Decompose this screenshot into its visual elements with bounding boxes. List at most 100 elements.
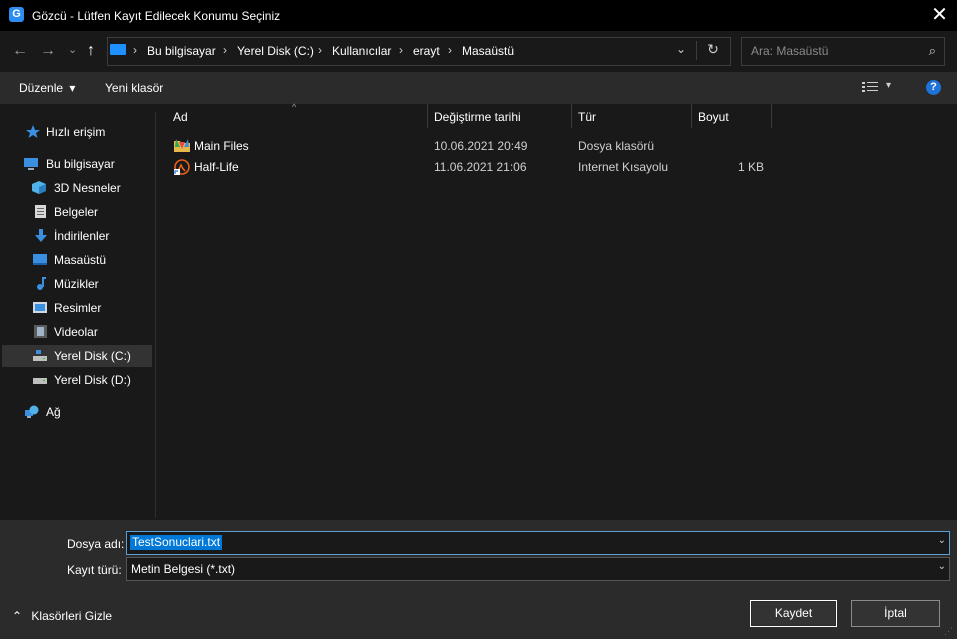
save-button[interactable]: Kaydet <box>750 600 837 627</box>
file-name-label: Dosya adı: <box>67 537 125 551</box>
chevron-down-icon[interactable]: ⌄ <box>938 561 946 572</box>
file-type: Internet Kısayolu <box>578 160 669 174</box>
sidebar-item-videos[interactable]: Videolar <box>2 321 152 343</box>
file-modified: 10.06.2021 20:49 <box>434 139 528 153</box>
music-icon <box>37 277 46 290</box>
sidebar-item-label: Yerel Disk (C:) <box>54 349 131 363</box>
file-name-value[interactable]: TestSonuclari.txt <box>130 535 223 550</box>
sidebar-item-label: 3D Nesneler <box>54 181 121 195</box>
recent-locations-button[interactable]: ⌄ <box>68 41 77 59</box>
column-divider[interactable] <box>571 104 572 128</box>
column-header-modified[interactable]: Değiştirme tarihi <box>434 110 521 124</box>
sidebar-item-label: Yerel Disk (D:) <box>54 373 131 387</box>
picture-icon <box>33 302 47 313</box>
breadcrumb-separator[interactable]: › <box>448 43 452 57</box>
sidebar-item-this-pc[interactable]: Bu bilgisayar <box>2 153 152 175</box>
file-name: Main Files <box>194 139 249 153</box>
computer-icon <box>110 44 126 55</box>
organize-label: Düzenle <box>19 81 64 95</box>
cancel-button[interactable]: İptal <box>851 600 940 627</box>
sidebar-item-label: İndirilenler <box>54 229 110 243</box>
window-title: Gözcü - Lütfen Kayıt Edilecek Konumu Seç… <box>32 9 281 23</box>
sidebar-item-local-disk-d[interactable]: Yerel Disk (D:) <box>2 369 152 391</box>
sidebar-item-local-disk-c[interactable]: Yerel Disk (C:) <box>2 345 152 367</box>
chevron-down-icon: ▾ <box>69 81 76 95</box>
breadcrumb-desktop[interactable]: Masaüstü <box>462 44 514 58</box>
file-name: Half-Life <box>194 160 239 174</box>
file-modified: 11.06.2021 21:06 <box>434 160 527 174</box>
breadcrumb-separator[interactable]: › <box>318 43 322 57</box>
sort-ascending-icon: ^ <box>292 102 297 112</box>
hide-folders-button[interactable]: ⌃ Klasörleri Gizle <box>12 609 112 623</box>
column-divider[interactable] <box>427 104 428 128</box>
divider <box>696 41 697 60</box>
file-type-select[interactable]: Metin Belgesi (*.txt) ⌄ <box>126 557 950 581</box>
app-icon: G <box>9 7 24 22</box>
breadcrumb-local-disk-c[interactable]: Yerel Disk (C:) <box>237 44 314 58</box>
breadcrumb-this-pc[interactable]: Bu bilgisayar <box>147 44 216 58</box>
breadcrumb-separator[interactable]: › <box>133 43 137 57</box>
file-name-field[interactable]: TestSonuclari.txt ⌄ <box>126 531 950 555</box>
back-button[interactable]: ← <box>12 42 28 60</box>
sidebar-item-downloads[interactable]: İndirilenler <box>2 225 152 247</box>
drive-icon <box>33 350 47 361</box>
video-icon <box>34 325 47 338</box>
forward-button[interactable]: → <box>40 42 56 60</box>
network-icon <box>25 405 39 418</box>
file-type-value: Metin Belgesi (*.txt) <box>131 562 236 576</box>
sidebar-item-label: Hızlı erişim <box>46 125 106 139</box>
desktop-icon <box>33 254 47 265</box>
sidebar-item-pictures[interactable]: Resimler <box>2 297 152 319</box>
sidebar-item-music[interactable]: Müzikler <box>2 273 152 295</box>
breadcrumb-separator[interactable]: › <box>223 43 227 57</box>
sidebar-item-3d-objects[interactable]: 3D Nesneler <box>2 177 152 199</box>
sidebar-item-label: Bu bilgisayar <box>46 157 115 171</box>
sidebar-item-label: Videolar <box>54 325 98 339</box>
drive-icon <box>33 378 47 384</box>
view-options-icon[interactable] <box>862 81 878 93</box>
search-input[interactable] <box>751 44 921 58</box>
refresh-button[interactable]: ↻ <box>703 41 723 58</box>
up-button[interactable]: ↑ <box>87 42 95 60</box>
column-divider[interactable] <box>771 104 772 128</box>
column-header-name[interactable]: Ad <box>173 110 188 124</box>
sidebar-item-label: Belgeler <box>54 205 99 219</box>
search-icon[interactable]: ⌕ <box>929 43 936 59</box>
sidebar-item-label: Resimler <box>54 301 102 315</box>
sidebar-item-quick-access[interactable]: Hızlı erişim <box>2 121 152 143</box>
search-box[interactable]: ⌕ <box>741 37 945 66</box>
file-size: 1 KB <box>737 160 764 174</box>
chevron-down-icon[interactable]: ⌄ <box>938 535 946 546</box>
sidebar-item-documents[interactable]: Belgeler <box>2 201 152 223</box>
document-icon <box>35 205 46 218</box>
breadcrumb-users[interactable]: Kullanıcılar <box>332 44 391 58</box>
column-header-size[interactable]: Boyut <box>698 110 729 124</box>
folder-icon <box>174 139 190 152</box>
breadcrumb-separator[interactable]: › <box>399 43 403 57</box>
column-header-type[interactable]: Tür <box>578 110 596 124</box>
navigation-pane-divider <box>155 112 156 518</box>
sidebar-item-desktop[interactable]: Masaüstü <box>2 249 152 271</box>
breadcrumb-user[interactable]: erayt <box>413 44 440 58</box>
sidebar-item-label: Masaüstü <box>54 253 107 267</box>
file-type-label: Kayıt türü: <box>67 563 122 577</box>
computer-icon <box>24 158 38 170</box>
star-icon <box>26 125 40 138</box>
sidebar-item-label: Müzikler <box>54 277 99 291</box>
file-type: Dosya klasörü <box>578 139 655 153</box>
resize-grip-icon[interactable]: ⋰ <box>944 626 953 637</box>
download-icon <box>35 229 47 242</box>
sidebar-item-network[interactable]: Ağ <box>2 401 152 423</box>
hide-folders-label: Klasörleri Gizle <box>31 609 113 623</box>
column-divider[interactable] <box>691 104 692 128</box>
help-icon[interactable]: ? <box>926 80 941 95</box>
address-history-dropdown[interactable]: ⌄ <box>672 42 690 56</box>
organize-menu-button[interactable]: Düzenle ▾ <box>19 81 75 95</box>
new-folder-button[interactable]: Yeni klasör <box>105 81 163 95</box>
half-life-shortcut-icon <box>174 159 190 175</box>
cube-icon <box>32 181 46 194</box>
view-dropdown-button[interactable]: ▾ <box>886 80 891 91</box>
chevron-up-icon: ⌃ <box>12 609 23 623</box>
close-button[interactable]: ✕ <box>922 0 957 31</box>
sidebar-item-label: Ağ <box>46 405 61 419</box>
